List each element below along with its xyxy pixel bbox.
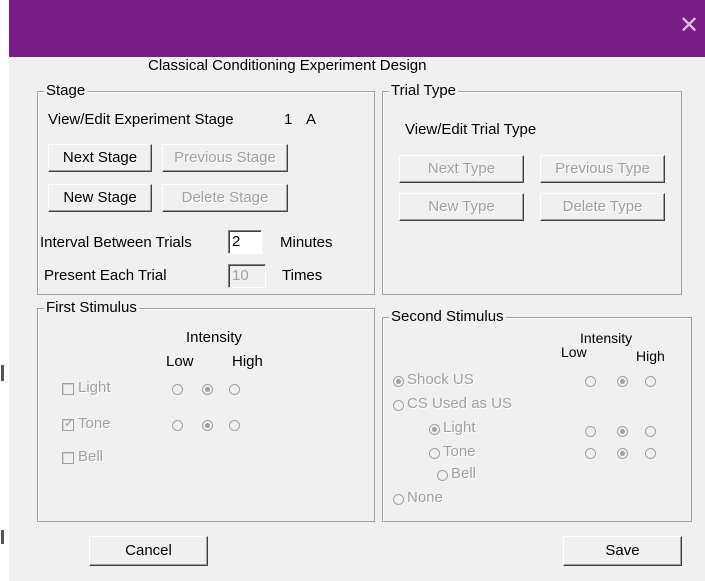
tone-checkbox[interactable]: ✓	[62, 416, 74, 431]
second-high-label: High	[636, 348, 665, 364]
cancel-button[interactable]: Cancel	[89, 536, 208, 566]
interval-input[interactable]: 2	[228, 230, 262, 254]
cs-light-intensity-high-radio[interactable]	[645, 426, 656, 437]
second-stimulus-group: Second Stimulus Intensity Low High Shock…	[382, 308, 692, 522]
second-intensity-label: Intensity	[580, 330, 633, 346]
dialog-heading: Classical Conditioning Experiment Design	[148, 57, 427, 74]
bell-label: Bell	[78, 448, 104, 465]
first-intensity-label: Intensity	[186, 329, 242, 346]
interval-label: Interval Between Trials	[40, 234, 192, 251]
light-label: Light	[78, 379, 111, 396]
cs-tone-intensity-mid-radio[interactable]	[617, 448, 628, 459]
cs-light-intensity-low-radio[interactable]	[585, 426, 596, 437]
cs-light-intensity-mid-radio[interactable]	[617, 426, 628, 437]
cs-tone-radio[interactable]	[429, 448, 440, 459]
trial-type-legend: Trial Type	[389, 82, 459, 99]
title-bar: ✕	[9, 0, 705, 57]
cs-tone-intensity-high-radio[interactable]	[645, 448, 656, 459]
light-intensity-high-radio[interactable]	[229, 384, 240, 395]
background-text-fragment	[1, 530, 4, 544]
tone-intensity-low-radio[interactable]	[172, 420, 183, 431]
light-intensity-low-radio[interactable]	[172, 384, 183, 395]
background-text-fragment	[1, 365, 4, 381]
first-high-label: High	[232, 353, 263, 370]
interval-unit: Minutes	[280, 234, 333, 251]
first-stimulus-legend: First Stimulus	[44, 299, 139, 316]
dialog-body: Classical Conditioning Experiment Design…	[18, 57, 705, 581]
shock-intensity-high-radio[interactable]	[645, 376, 656, 387]
stage-letter: A	[306, 111, 317, 128]
new-stage-button[interactable]: New Stage	[48, 184, 152, 212]
light-intensity-mid-radio[interactable]	[202, 384, 213, 395]
bell-checkbox[interactable]	[62, 452, 74, 464]
cs-light-label: Light	[443, 419, 476, 436]
close-icon[interactable]: ✕	[677, 14, 701, 38]
shock-intensity-mid-radio[interactable]	[617, 376, 628, 387]
previous-type-button[interactable]: Previous Type	[540, 155, 665, 183]
cs-light-radio[interactable]	[429, 424, 440, 435]
tone-intensity-mid-radio[interactable]	[202, 420, 213, 431]
view-edit-stage-label: View/Edit Experiment Stage	[48, 111, 234, 128]
delete-stage-button[interactable]: Delete Stage	[162, 184, 288, 212]
shock-us-label: Shock US	[407, 371, 474, 388]
shock-us-radio[interactable]	[393, 376, 404, 387]
cs-bell-radio[interactable]	[437, 470, 448, 481]
stage-group: Stage View/Edit Experiment Stage 1 A Nex…	[37, 82, 375, 295]
cs-tone-label: Tone	[443, 443, 476, 460]
cs-tone-intensity-low-radio[interactable]	[585, 448, 596, 459]
new-type-button[interactable]: New Type	[399, 193, 524, 221]
second-low-label: Low	[561, 344, 587, 360]
shock-intensity-low-radio[interactable]	[585, 376, 596, 387]
cs-used-as-us-radio[interactable]	[393, 400, 404, 411]
second-stimulus-legend: Second Stimulus	[389, 308, 506, 325]
present-input[interactable]: 10	[228, 264, 266, 288]
stage-legend: Stage	[44, 82, 88, 99]
stage-number: 1	[284, 111, 293, 128]
background-window-edge	[0, 0, 9, 581]
trial-type-group: Trial Type View/Edit Trial Type Next Typ…	[382, 82, 682, 295]
previous-stage-button[interactable]: Previous Stage	[162, 144, 288, 172]
save-button[interactable]: Save	[563, 536, 682, 566]
next-stage-button[interactable]: Next Stage	[48, 144, 152, 172]
tone-intensity-high-radio[interactable]	[229, 420, 240, 431]
first-stimulus-group: First Stimulus Intensity Low High Light …	[37, 299, 375, 522]
cs-bell-label: Bell	[451, 465, 477, 482]
tone-label: Tone	[78, 415, 111, 432]
none-label: None	[407, 489, 443, 506]
cs-used-as-us-label: CS Used as US	[407, 395, 513, 412]
present-label: Present Each Trial	[44, 267, 167, 284]
first-low-label: Low	[166, 353, 194, 370]
delete-type-button[interactable]: Delete Type	[540, 193, 665, 221]
view-edit-trial-type-label: View/Edit Trial Type	[405, 121, 537, 138]
next-type-button[interactable]: Next Type	[399, 155, 524, 183]
light-checkbox[interactable]	[62, 383, 74, 395]
dialog-window: ✕ Classical Conditioning Experiment Desi…	[9, 0, 705, 581]
present-unit: Times	[282, 267, 323, 284]
none-radio[interactable]	[393, 494, 404, 505]
